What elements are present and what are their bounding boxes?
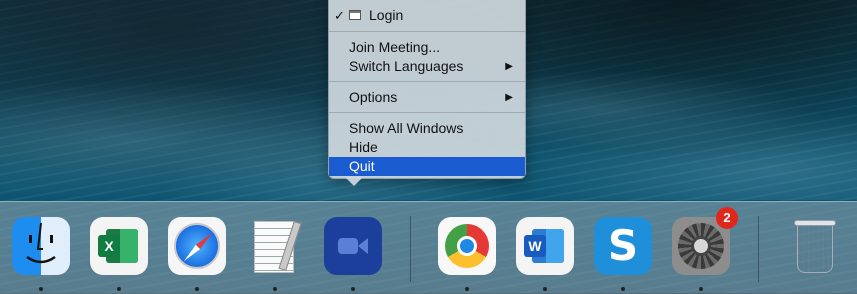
safari-icon [168, 217, 226, 275]
menu-item-options[interactable]: Options ▶ [329, 88, 525, 107]
dock: X W S 2 [0, 201, 857, 294]
notification-badge: 2 [716, 207, 738, 229]
menu-separator [329, 112, 525, 113]
menu-pointer [345, 177, 363, 186]
running-indicator [699, 287, 703, 291]
running-indicator [117, 287, 121, 291]
window-icon [349, 10, 361, 20]
running-indicator [273, 287, 277, 291]
submenu-arrow-icon: ▶ [505, 61, 513, 72]
submenu-arrow-icon: ▶ [505, 92, 513, 103]
running-indicator [351, 287, 355, 291]
dock-app-zoom[interactable] [322, 215, 384, 291]
running-indicator [465, 287, 469, 291]
dock-divider [410, 216, 411, 282]
dock-app-snagit[interactable]: S [592, 215, 654, 291]
menu-separator [329, 31, 525, 32]
menu-separator [329, 81, 525, 82]
menu-item-show-all-windows[interactable]: Show All Windows [329, 119, 525, 138]
menu-item-switch-languages[interactable]: Switch Languages ▶ [329, 57, 525, 76]
finder-icon [12, 217, 70, 275]
menu-item-label: Options [349, 89, 398, 105]
running-indicator [195, 287, 199, 291]
dock-divider [758, 216, 759, 282]
menu-item-label: Quit [349, 158, 375, 174]
running-indicator [543, 287, 547, 291]
running-indicator [621, 287, 625, 291]
snagit-icon: S [594, 217, 652, 275]
excel-icon: X [90, 217, 148, 275]
trash-icon [785, 217, 843, 275]
dock-app-word[interactable]: W [514, 215, 576, 291]
menu-item-hide[interactable]: Hide [329, 138, 525, 157]
zoom-dock-context-menu: ✓ Login Join Meeting... Switch Languages… [328, 0, 526, 179]
running-indicator [39, 287, 43, 291]
dock-app-textedit[interactable] [244, 215, 306, 291]
menu-item-label: Show All Windows [349, 120, 464, 136]
menu-item-label: Login [369, 7, 404, 23]
menu-item-label: Hide [349, 139, 378, 155]
menu-item-join-meeting[interactable]: Join Meeting... [329, 38, 525, 57]
textedit-icon [246, 217, 304, 275]
menu-item-label: Join Meeting... [349, 39, 441, 55]
checkmark-icon: ✓ [334, 8, 345, 23]
dock-app-system-preferences[interactable]: 2 [670, 207, 738, 291]
dock-app-finder[interactable] [10, 215, 72, 291]
chrome-icon [438, 217, 496, 275]
dock-app-excel[interactable]: X [88, 215, 150, 291]
menu-item-quit[interactable]: Quit [329, 157, 525, 176]
menu-item-label: Switch Languages [349, 58, 464, 74]
dock-app-trash[interactable] [783, 215, 845, 277]
word-icon: W [516, 217, 574, 275]
dock-app-chrome[interactable] [436, 215, 498, 291]
menu-item-login[interactable]: ✓ Login [329, 6, 525, 25]
zoom-icon [324, 217, 382, 275]
dock-app-safari[interactable] [166, 215, 228, 291]
